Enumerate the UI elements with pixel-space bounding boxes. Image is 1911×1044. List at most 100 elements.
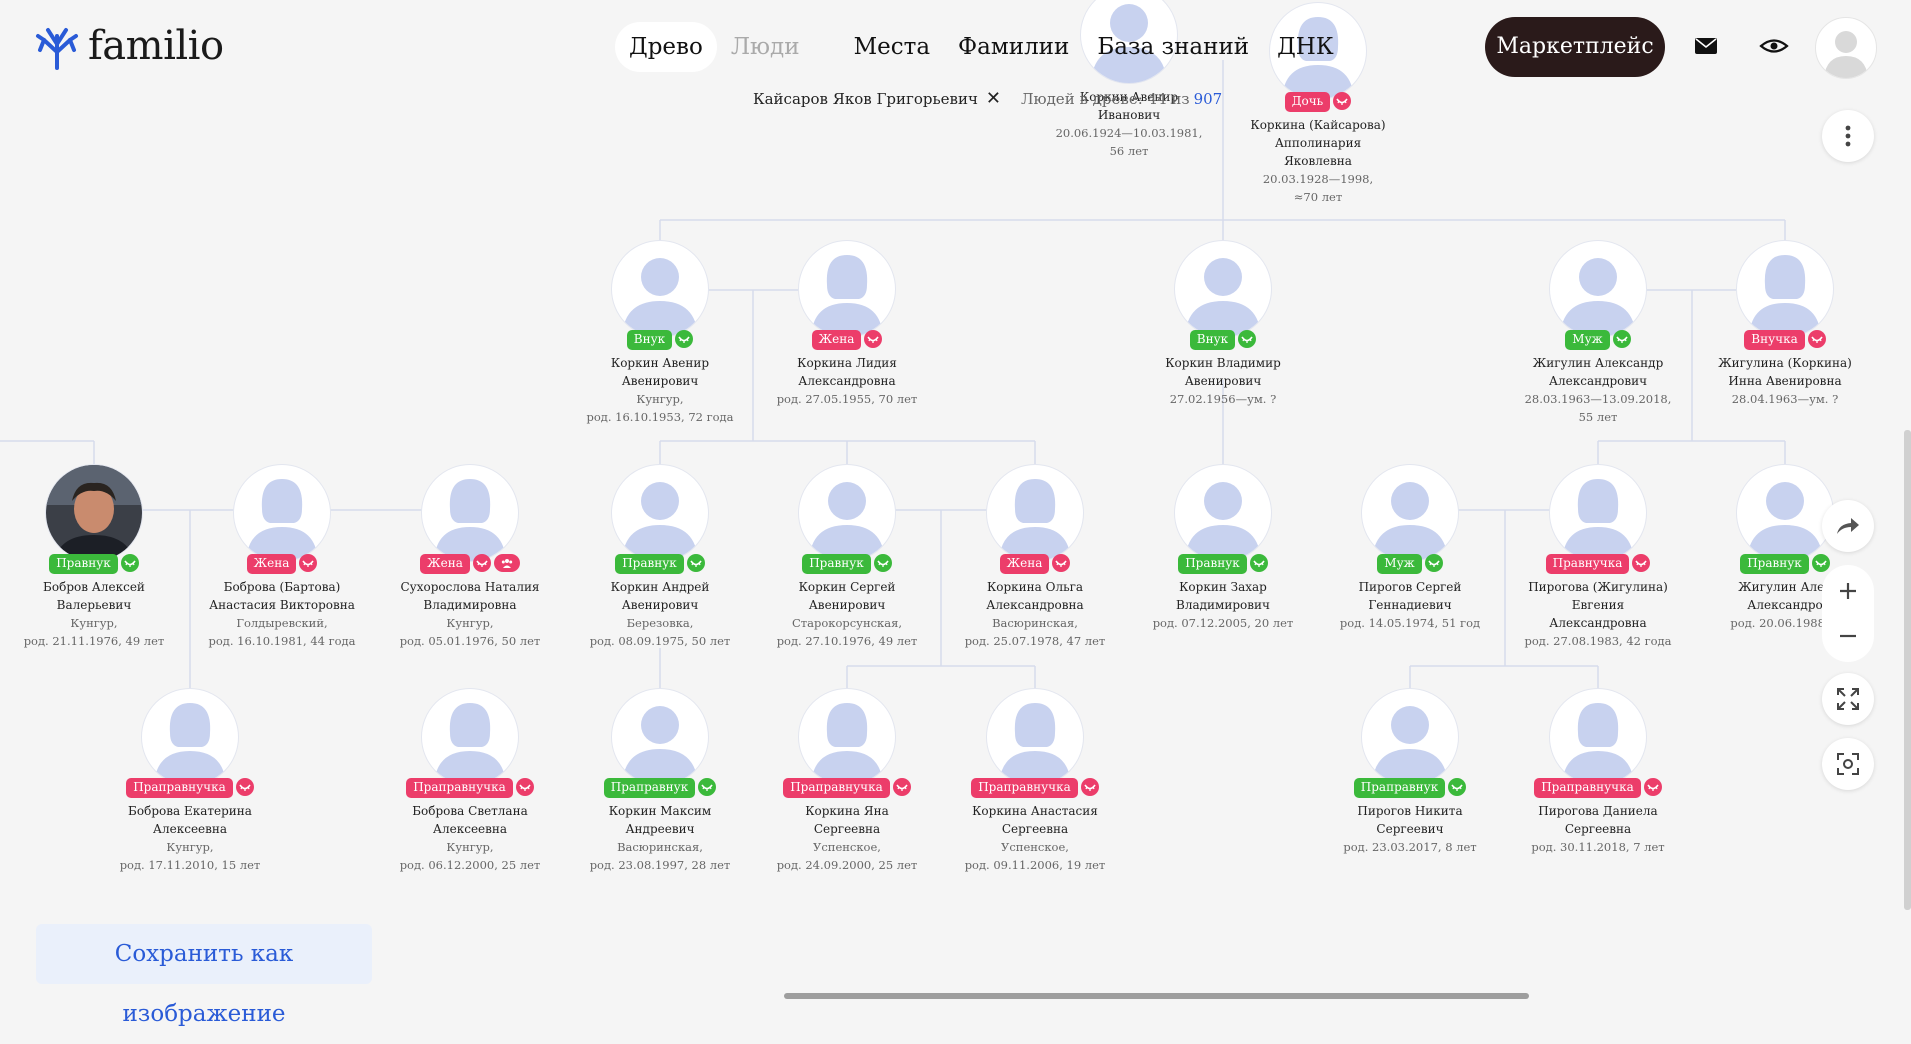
kinship-icon	[515, 778, 534, 796]
save-as-image-button[interactable]: Сохранить как изображение	[36, 924, 372, 1027]
person-card-bobrova_a[interactable]: Жена Боброва (Бартова) Анастасия Викторовн…	[177, 464, 387, 650]
person-info-line: ≈70 лет	[1293, 190, 1343, 204]
kinship-icon	[686, 554, 705, 572]
female-avatar-icon[interactable]	[141, 688, 239, 786]
relation-badge: Правнук	[615, 554, 684, 574]
person-card-avenir[interactable]: Внук Коркин Авенир Авенирович Кунгур, род. 1…	[555, 240, 765, 426]
person-name-line: Боброва Светлана	[412, 804, 528, 818]
person-card-inna[interactable]: Внучка Жигулина (Коркина) Инна Авенировна 2…	[1680, 240, 1890, 408]
relation-badges: Дочь	[1213, 92, 1423, 112]
male-avatar-icon[interactable]	[1549, 240, 1647, 338]
more-options-button[interactable]	[1822, 110, 1874, 162]
nav-tab-surnames[interactable]: Фамилии	[944, 22, 1083, 72]
person-card-evgenia[interactable]: Правнучка Пирогова (Жигулина) Евгения Алекс…	[1493, 464, 1703, 650]
marketplace-button[interactable]: Маркетплейс	[1485, 17, 1665, 77]
person-card-vladimir[interactable]: Внук Коркин Владимир Авенирович 27.02.1956—…	[1118, 240, 1328, 408]
person-info-line: 27.02.1956—ум. ?	[1169, 392, 1277, 406]
female-avatar-icon[interactable]	[798, 240, 896, 338]
notifications-icon[interactable]	[1758, 30, 1790, 62]
person-card-zahar[interactable]: Правнук Коркин Захар Владимирович род. 07.1…	[1118, 464, 1328, 632]
male-avatar-icon[interactable]	[611, 240, 709, 338]
relation-badge: Праправнучка	[406, 778, 513, 798]
fullscreen-button[interactable]	[1822, 673, 1874, 725]
person-info-line: 28.03.1963—13.09.2018,	[1524, 392, 1672, 406]
mail-icon[interactable]	[1690, 30, 1722, 62]
person-card-ekaterina[interactable]: Праправнучка Боброва Екатерина Алексеевна К…	[85, 688, 295, 874]
relation-badge: Праправнучка	[971, 778, 1078, 798]
kinship-icon	[1807, 330, 1826, 348]
person-info-line: род. 09.11.2006, 19 лет	[964, 858, 1106, 872]
person-info-line: Васюринская,	[617, 840, 703, 854]
zoom-out-button[interactable]	[1822, 610, 1874, 662]
person-name-line: Жигулина (Коркина)	[1718, 356, 1852, 370]
male-avatar-icon[interactable]	[1736, 464, 1834, 562]
person-card-pirogov_s[interactable]: Муж Пирогов Сергей Геннадиевич род. 14.05.1…	[1305, 464, 1515, 632]
person-name-line: Коркин Авенир	[610, 356, 710, 370]
person-photo[interactable]	[45, 464, 143, 562]
female-avatar-icon[interactable]	[986, 688, 1084, 786]
relation-badge: Правнук	[1740, 554, 1809, 574]
familio-logo[interactable]: familio	[34, 22, 224, 70]
person-info-line: Голдыревский,	[236, 616, 328, 630]
share-button[interactable]	[1822, 500, 1874, 552]
relation-badges: Муж	[1305, 554, 1515, 574]
female-avatar-icon[interactable]	[233, 464, 331, 562]
root-person-name[interactable]: Кайсаров Яков Григорьевич	[753, 90, 978, 108]
person-name-line: Коркина Яна	[805, 804, 889, 818]
person-card-yana[interactable]: Праправнучка Коркина Яна Сергеевна Успенско…	[742, 688, 952, 874]
people-total-link[interactable]: 907	[1194, 90, 1223, 108]
person-card-sergey[interactable]: Правнук Коркин Сергей Авенирович Старокорсу…	[742, 464, 952, 650]
person-name-line: Сергеевна	[1001, 822, 1069, 836]
male-avatar-icon[interactable]	[1361, 464, 1459, 562]
vertical-scrollbar[interactable]	[1904, 430, 1911, 910]
person-card-lidia[interactable]: Жена Коркина Лидия Александровна род. 27.05…	[742, 240, 952, 408]
person-card-zhigulin_a[interactable]: Муж Жигулин Александр Александрович 28.03.1…	[1493, 240, 1703, 426]
male-avatar-icon[interactable]	[1361, 688, 1459, 786]
person-card-andrey[interactable]: Правнук Коркин Андрей Авенирович Березовка,…	[555, 464, 765, 650]
people-count-label: Людей в древе: 44 из	[1021, 89, 1190, 108]
tree-root-bar: Кайсаров Яков Григорьевич ✕ Людей в древ…	[753, 88, 1222, 109]
male-avatar-icon[interactable]	[1174, 240, 1272, 338]
kinship-icon	[1333, 92, 1352, 110]
person-card-svetlana[interactable]: Праправнучка Боброва Светлана Алексеевна Ку…	[365, 688, 575, 874]
person-name-line: Пирогов Никита	[1357, 804, 1463, 818]
person-info-line: Березовка,	[626, 616, 694, 630]
clear-root-icon[interactable]: ✕	[986, 88, 1001, 109]
person-name-line: Коркина Анастасия	[972, 804, 1098, 818]
female-avatar-icon[interactable]	[1549, 688, 1647, 786]
person-card-anastasia_k[interactable]: Праправнучка Коркина Анастасия Сергеевна Ус…	[930, 688, 1140, 874]
female-avatar-icon[interactable]	[1549, 464, 1647, 562]
kinship-icon	[892, 778, 911, 796]
male-avatar-icon[interactable]	[1174, 464, 1272, 562]
kinship-icon	[1424, 554, 1443, 572]
person-card-nikita[interactable]: Праправнук Пирогов Никита Сергеевич род. 23…	[1305, 688, 1515, 856]
female-avatar-icon[interactable]	[798, 688, 896, 786]
nav-tab-dna[interactable]: ДНК	[1263, 22, 1348, 72]
female-avatar-icon[interactable]	[421, 688, 519, 786]
nav-tab-places[interactable]: Места	[840, 22, 944, 72]
nav-tab-people[interactable]: Люди	[717, 22, 814, 72]
male-avatar-icon[interactable]	[611, 688, 709, 786]
person-card-maksim[interactable]: Праправнук Коркин Максим Андреевич Васюринс…	[555, 688, 765, 874]
person-card-olga[interactable]: Жена Коркина Ольга Александровна Васюринска…	[930, 464, 1140, 650]
person-name-line: Алексеевна	[432, 822, 508, 836]
male-avatar-icon[interactable]	[611, 464, 709, 562]
female-avatar-icon[interactable]	[986, 464, 1084, 562]
relation-badge: Внук	[626, 330, 673, 350]
person-name-line: Коркин Захар	[1179, 580, 1267, 594]
male-avatar-icon[interactable]	[798, 464, 896, 562]
horizontal-scrollbar[interactable]	[784, 993, 1529, 999]
person-name-line: Пирогова (Жигулина)	[1528, 580, 1668, 594]
nav-tab-tree[interactable]: Древо	[615, 22, 717, 72]
female-avatar-icon[interactable]	[421, 464, 519, 562]
person-name-line: Боброва Екатерина	[128, 804, 252, 818]
kinship-icon	[1052, 554, 1071, 572]
user-avatar[interactable]	[1815, 17, 1877, 79]
nav-tab-knowledge-base[interactable]: База знаний	[1083, 22, 1263, 72]
center-view-button[interactable]	[1822, 738, 1874, 790]
person-card-bobrov[interactable]: Правнук Бобров Алексей Валерьевич Кунгур, ро…	[0, 464, 199, 650]
person-card-daniela[interactable]: Праправнучка Пирогова Даниела Сергеевна род…	[1493, 688, 1703, 856]
female-avatar-icon[interactable]	[1736, 240, 1834, 338]
family-tree-canvas[interactable]: Коркин Авенир Иванович 20.06.1924—10.03.19…	[0, 0, 1911, 1002]
person-card-suhoroslova[interactable]: Жена Сухорослова Наталия Владимировна Кунгу…	[365, 464, 575, 650]
